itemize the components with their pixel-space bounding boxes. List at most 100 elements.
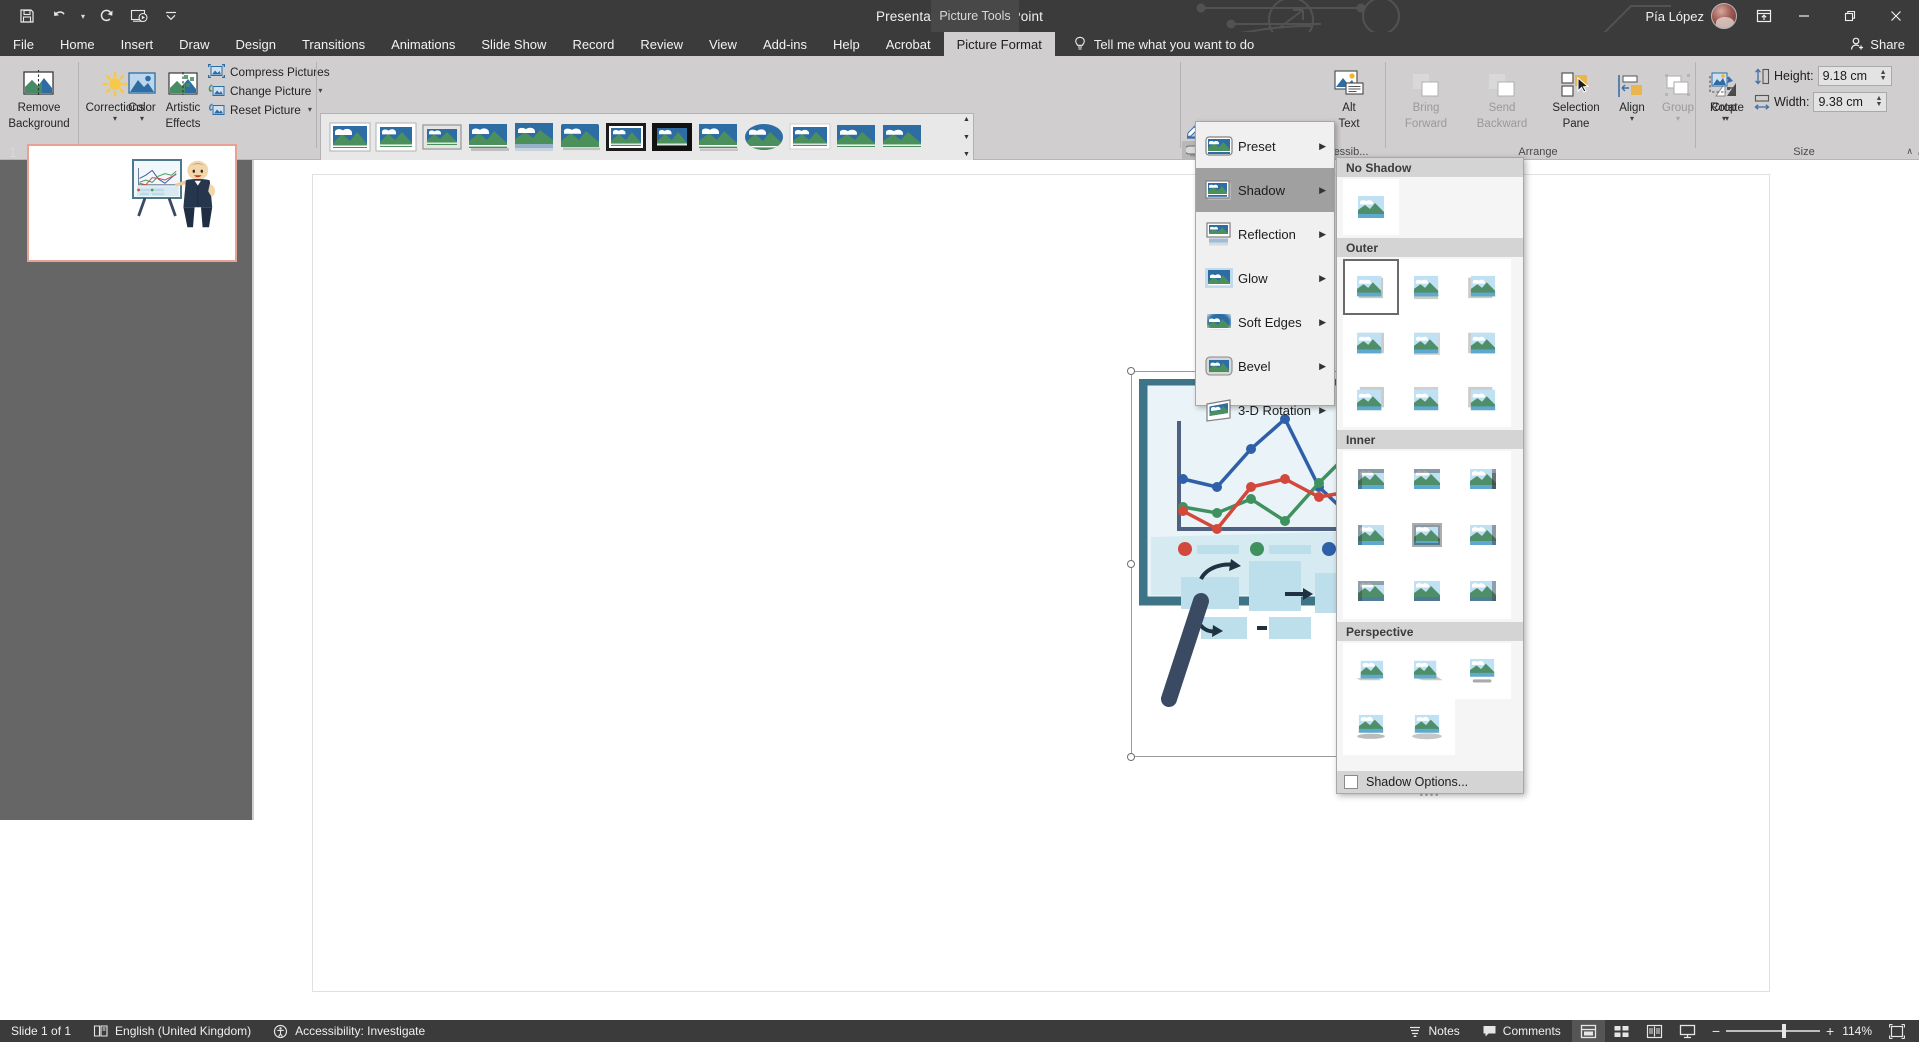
shadow-option-perspective-2[interactable] — [1399, 643, 1455, 699]
shadow-option-outer-3[interactable] — [1455, 259, 1511, 315]
tab-view[interactable]: View — [696, 32, 750, 56]
shadow-option-outer-6[interactable] — [1455, 315, 1511, 371]
zoom-percentage[interactable]: 114% — [1842, 1024, 1880, 1038]
resize-handle-bottom-left[interactable] — [1127, 753, 1135, 761]
resize-handle-left[interactable] — [1127, 560, 1135, 568]
ribbon-display-options-icon[interactable] — [1747, 0, 1781, 32]
group-dropdown-icon[interactable]: ▾ — [1676, 115, 1680, 123]
shadow-option-outer-1[interactable] — [1343, 259, 1399, 315]
shadow-option-inner-6[interactable] — [1455, 507, 1511, 563]
menu-item-soft-edges[interactable]: Soft Edges ▶ — [1196, 300, 1334, 344]
view-slide-show[interactable] — [1671, 1020, 1704, 1042]
shadow-gallery-menu[interactable]: No Shadow Outer Inner Perspective Shadow… — [1336, 157, 1524, 800]
height-input[interactable]: 9.18 cm ▲ ▼ — [1817, 66, 1892, 86]
picture-style-11[interactable] — [833, 117, 879, 157]
height-spinner[interactable]: ▲ ▼ — [1880, 69, 1887, 82]
gallery-scroll-down-icon[interactable]: ▼ — [963, 133, 970, 142]
color-button[interactable]: Color ▾ — [122, 60, 162, 123]
ribbon-collapse-icon[interactable]: ∧ — [1906, 146, 1913, 157]
shadow-option-perspective-1[interactable] — [1343, 643, 1399, 699]
change-picture-button[interactable]: Change Picture ▾ — [204, 81, 334, 100]
accessibility-status[interactable]: Accessibility: Investigate — [262, 1020, 436, 1042]
menu-item-preset[interactable]: Preset ▶ — [1196, 124, 1334, 168]
restore-button[interactable] — [1827, 0, 1873, 32]
tab-transitions[interactable]: Transitions — [289, 32, 378, 56]
shadow-option-outer-8[interactable] — [1399, 371, 1455, 427]
picture-style-12[interactable] — [879, 117, 925, 157]
minimize-button[interactable] — [1781, 0, 1827, 32]
tab-acrobat[interactable]: Acrobat — [873, 32, 944, 56]
width-input[interactable]: 9.38 cm ▲ ▼ — [1813, 92, 1888, 112]
fit-slide-to-window-button[interactable] — [1880, 1020, 1913, 1042]
menu-item-shadow[interactable]: Shadow ▶ — [1196, 168, 1334, 212]
zoom-thumb[interactable] — [1782, 1024, 1786, 1038]
bring-forward-button[interactable]: Bring Forward — [1390, 60, 1462, 131]
picture-style-3[interactable] — [465, 117, 511, 157]
tab-review[interactable]: Review — [627, 32, 696, 56]
tab-file[interactable]: File — [0, 32, 47, 56]
zoom-track[interactable] — [1726, 1024, 1820, 1038]
shadow-option-inner-4[interactable] — [1343, 507, 1399, 563]
zoom-in-button[interactable]: + — [1826, 1023, 1834, 1039]
crop-dropdown-icon[interactable]: ▾ — [1722, 115, 1726, 123]
shadow-option-inner-9[interactable] — [1455, 563, 1511, 619]
align-button[interactable]: Align ▾ — [1610, 60, 1654, 131]
picture-style-5[interactable] — [557, 117, 603, 157]
picture-style-4[interactable] — [511, 117, 557, 157]
share-button[interactable]: Share — [1850, 32, 1905, 56]
tab-draw[interactable]: Draw — [166, 32, 222, 56]
customize-quick-access-toolbar-icon[interactable] — [156, 3, 186, 29]
picture-style-2[interactable] — [419, 117, 465, 157]
notes-button[interactable]: Notes — [1397, 1020, 1470, 1042]
shadow-option-inner-5[interactable] — [1399, 507, 1455, 563]
picture-style-8[interactable] — [695, 117, 741, 157]
tell-me-box[interactable]: Tell me what you want to do — [1055, 32, 1254, 56]
compress-pictures-button[interactable]: Compress Pictures — [204, 62, 334, 81]
shadow-option-perspective-4[interactable] — [1343, 699, 1399, 755]
undo-icon[interactable] — [44, 3, 74, 29]
tab-picture-format[interactable]: Picture Format — [943, 32, 1055, 56]
menu-resize-grip[interactable]: •••• — [1420, 790, 1441, 800]
corrections-dropdown-icon[interactable]: ▾ — [113, 115, 117, 123]
tab-help[interactable]: Help — [820, 32, 873, 56]
send-backward-button[interactable]: Send Backward — [1462, 60, 1542, 131]
tab-slide-show[interactable]: Slide Show — [468, 32, 559, 56]
redo-icon[interactable] — [92, 3, 122, 29]
menu-item-3d-rotation[interactable]: 3-D Rotation ▶ — [1196, 388, 1334, 432]
reset-picture-dropdown-icon[interactable]: ▾ — [308, 105, 312, 114]
crop-button[interactable]: Crop ▾ — [1700, 60, 1748, 123]
remove-background-button[interactable]: Remove Background — [2, 60, 76, 131]
picture-style-0[interactable] — [327, 117, 373, 157]
menu-item-bevel[interactable]: Bevel ▶ — [1196, 344, 1334, 388]
picture-style-1[interactable] — [373, 117, 419, 157]
picture-styles-scroll[interactable]: ▲ ▼ ▼ — [960, 113, 974, 161]
shadow-option-outer-5[interactable] — [1399, 315, 1455, 371]
slide-count-status[interactable]: Slide 1 of 1 — [0, 1020, 82, 1042]
picture-style-6[interactable] — [603, 117, 649, 157]
language-status[interactable]: English (United Kingdom) — [82, 1020, 262, 1042]
picture-style-9[interactable] — [741, 117, 787, 157]
save-icon[interactable] — [12, 3, 42, 29]
artistic-effects-button[interactable]: Artistic Effects — [158, 60, 208, 131]
zoom-slider[interactable]: − + — [1704, 1023, 1842, 1039]
picture-style-7[interactable] — [649, 117, 695, 157]
reset-picture-button[interactable]: Reset Picture ▾ — [204, 100, 334, 119]
close-button[interactable] — [1873, 0, 1919, 32]
comments-button[interactable]: Comments — [1471, 1020, 1572, 1042]
menu-item-glow[interactable]: Glow ▶ — [1196, 256, 1334, 300]
tab-add-ins[interactable]: Add-ins — [750, 32, 820, 56]
undo-dropdown-icon[interactable]: ▾ — [76, 3, 90, 29]
picture-style-10[interactable] — [787, 117, 833, 157]
slide-surface[interactable] — [312, 174, 1770, 992]
shadow-option-inner-8[interactable] — [1399, 563, 1455, 619]
shadow-option-inner-7[interactable] — [1343, 563, 1399, 619]
picture-effects-menu[interactable]: Preset ▶ Shadow ▶ Reflection ▶ Glow ▶ So… — [1195, 121, 1335, 422]
account-info[interactable]: Pía López — [1645, 3, 1737, 29]
zoom-out-button[interactable]: − — [1712, 1023, 1720, 1039]
menu-item-reflection[interactable]: Reflection ▶ — [1196, 212, 1334, 256]
avatar[interactable] — [1711, 3, 1737, 29]
shadow-option-outer-9[interactable] — [1455, 371, 1511, 427]
resize-handle-top-left[interactable] — [1127, 367, 1135, 375]
tab-record[interactable]: Record — [559, 32, 627, 56]
shadow-option-none[interactable] — [1343, 179, 1399, 235]
